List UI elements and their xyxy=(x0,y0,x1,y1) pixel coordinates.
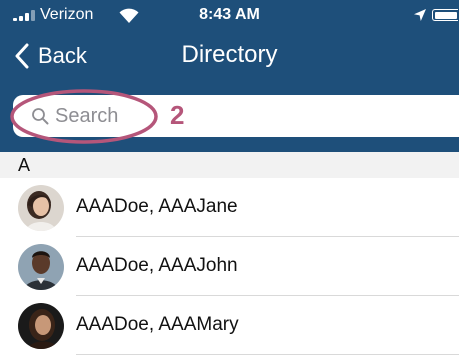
avatar xyxy=(18,185,64,231)
navigation-bar: Back Directory xyxy=(0,32,459,82)
battery-icon xyxy=(432,9,458,21)
avatar-image xyxy=(18,244,64,290)
avatar xyxy=(18,303,64,349)
back-label: Back xyxy=(38,43,87,68)
contact-name: AAADoe, AAAMary xyxy=(76,314,239,335)
contact-name: AAADoe, AAAJohn xyxy=(76,255,238,276)
contact-list: AAADoe, AAAJane AAADoe, AAAJohn AAADoe, … xyxy=(0,178,459,355)
battery-level xyxy=(434,11,457,19)
avatar-image xyxy=(18,185,64,231)
search-icon xyxy=(32,108,49,125)
contact-row[interactable]: AAADoe, AAAJane xyxy=(0,178,459,237)
section-header: A xyxy=(0,152,459,178)
status-time: 8:43 AM xyxy=(199,6,260,23)
back-button[interactable]: Back xyxy=(14,36,87,76)
directory-screen: Verizon 8:43 AM Back Directory Search 2 … xyxy=(0,0,459,356)
avatar xyxy=(18,244,64,290)
contact-row[interactable]: AAADoe, AAAMary xyxy=(0,296,459,355)
contact-name: AAADoe, AAAJane xyxy=(76,196,238,217)
row-divider xyxy=(76,354,459,355)
avatar-image xyxy=(18,303,64,349)
search-bar[interactable] xyxy=(13,95,459,137)
contact-row[interactable]: AAADoe, AAAJohn xyxy=(0,237,459,296)
status-bar: Verizon 8:43 AM xyxy=(0,0,459,30)
location-arrow-icon xyxy=(414,9,426,21)
header: Verizon 8:43 AM Back Directory Search 2 xyxy=(0,0,459,152)
chevron-left-icon xyxy=(15,43,29,69)
search-input[interactable] xyxy=(55,95,435,137)
